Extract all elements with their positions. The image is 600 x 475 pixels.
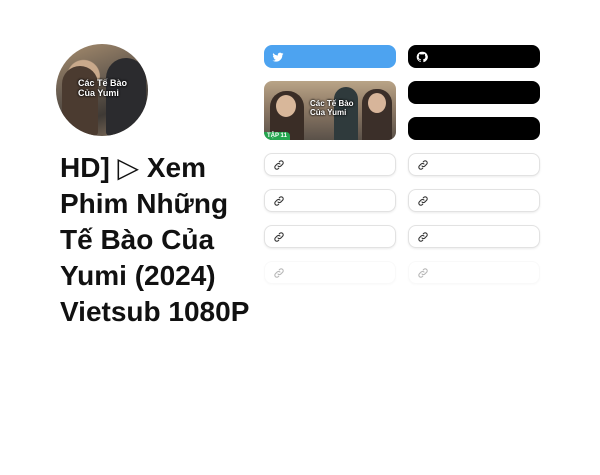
link-button[interactable]	[264, 153, 396, 176]
link-button[interactable]	[408, 261, 540, 284]
link-icon	[274, 159, 284, 170]
twitter-button[interactable]	[264, 45, 396, 68]
avatar-figure-left	[62, 66, 98, 136]
thumbnail-face	[368, 93, 386, 113]
avatar-overlay-text: Các Tế Bào Của Yumi	[78, 78, 128, 98]
thumbnail-face	[276, 95, 296, 117]
link-button[interactable]	[408, 153, 540, 176]
link-icon	[418, 159, 428, 170]
link-icon	[274, 195, 284, 206]
link-icon	[274, 267, 284, 278]
link-button[interactable]	[408, 225, 540, 248]
black-link-button-1[interactable]	[408, 81, 540, 104]
link-icon	[418, 267, 428, 278]
episode-badge: TẬP 11	[264, 132, 290, 140]
link-icon	[274, 231, 284, 242]
github-button[interactable]	[408, 45, 540, 68]
profile-avatar: Các Tế Bào Của Yumi	[56, 44, 148, 136]
link-button[interactable]	[264, 225, 396, 248]
link-button[interactable]	[408, 189, 540, 212]
link-icon	[418, 231, 428, 242]
twitter-bird-icon	[272, 52, 284, 62]
github-icon	[416, 51, 428, 62]
media-thumbnail-card[interactable]: Các Tế Bào Của Yumi TẬP 11	[264, 81, 396, 140]
page-title: HD] ▷ Xem Phim Những Tế Bào Của Yumi (20…	[60, 152, 250, 327]
black-link-button-2[interactable]	[408, 117, 540, 140]
link-button[interactable]	[264, 261, 396, 284]
thumbnail-overlay-text: Các Tế Bào Của Yumi	[310, 99, 354, 117]
link-icon	[418, 195, 428, 206]
link-button[interactable]	[264, 189, 396, 212]
